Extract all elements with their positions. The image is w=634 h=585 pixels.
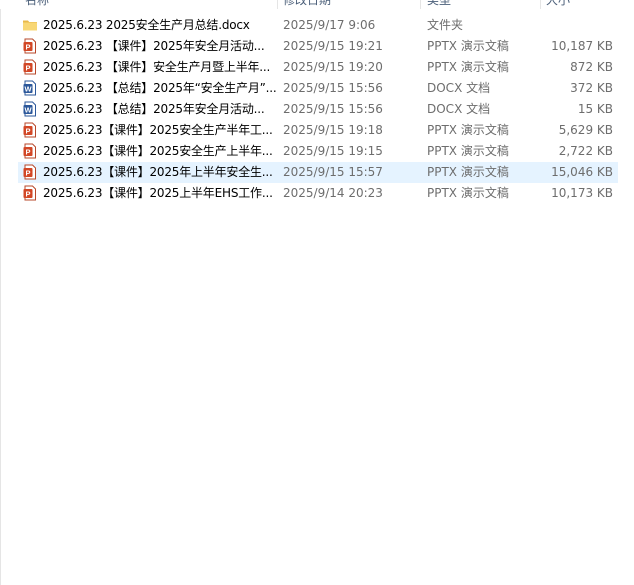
svg-text:W: W: [24, 105, 32, 114]
pptx-file-icon: P: [22, 185, 38, 201]
file-row[interactable]: P 2025.6.23【课件】2025安全生产半年工... 2025/9/15 1…: [18, 120, 618, 141]
file-size: 2,722 KB: [558, 144, 613, 158]
svg-text:P: P: [25, 126, 30, 135]
file-row[interactable]: P 2025.6.23 【课件】2025年安全月活动... 2025/9/15 1…: [18, 36, 618, 57]
file-name: 2025.6.23 【总结】2025年“安全生产月”...: [43, 81, 277, 95]
file-explorer-window: 名称 修改日期 类型 大小 2025.6.23 2025安全生产月总结.docx…: [0, 0, 634, 585]
file-name: 2025.6.23【课件】2025安全生产半年工...: [43, 123, 273, 137]
file-size: 372 KB: [570, 81, 613, 95]
file-modified-date: 2025/9/15 15:56: [283, 102, 383, 116]
file-modified-date: 2025/9/17 9:06: [283, 18, 376, 32]
file-row[interactable]: P 2025.6.23【课件】2025安全生产上半年... 2025/9/15 1…: [18, 141, 618, 162]
file-size: 10,187 KB: [551, 39, 613, 53]
file-size: 15,046 KB: [551, 165, 613, 179]
pptx-file-icon: P: [22, 38, 38, 54]
file-modified-date: 2025/9/15 15:56: [283, 81, 383, 95]
column-header-size[interactable]: 大小: [546, 0, 626, 9]
file-modified-date: 2025/9/14 20:23: [283, 186, 383, 200]
file-row[interactable]: W 2025.6.23 【总结】2025年“安全生产月”... 2025/9/15…: [18, 78, 618, 99]
column-header-type[interactable]: 类型: [427, 0, 527, 9]
file-modified-date: 2025/9/15 19:18: [283, 123, 383, 137]
file-name: 2025.6.23【课件】2025年上半年安全生...: [43, 165, 273, 179]
pptx-file-icon: P: [22, 143, 38, 159]
file-type: PPTX 演示文稿: [427, 165, 509, 179]
file-row[interactable]: 2025.6.23 2025安全生产月总结.docx 2025/9/17 9:06…: [18, 15, 618, 36]
file-modified-date: 2025/9/15 15:57: [283, 165, 383, 179]
file-name: 2025.6.23【课件】2025安全生产上半年...: [43, 144, 273, 158]
column-header-name[interactable]: 名称: [25, 0, 265, 9]
file-size: 872 KB: [570, 60, 613, 74]
file-type: PPTX 演示文稿: [427, 39, 509, 53]
file-row[interactable]: P 2025.6.23【课件】2025年上半年安全生... 2025/9/15 1…: [18, 162, 618, 183]
file-type: PPTX 演示文稿: [427, 123, 509, 137]
file-row[interactable]: P 2025.6.23 【课件】安全生产月暨上半年... 2025/9/15 19…: [18, 57, 618, 78]
pptx-file-icon: P: [22, 59, 38, 75]
file-type: 文件夹: [427, 18, 464, 32]
file-modified-date: 2025/9/15 19:21: [283, 39, 383, 53]
pptx-file-icon: P: [22, 122, 38, 138]
file-name: 2025.6.23【课件】2025上半年EHS工作...: [43, 186, 273, 200]
file-list: 2025.6.23 2025安全生产月总结.docx 2025/9/17 9:06…: [18, 15, 618, 204]
file-size: 15 KB: [577, 102, 613, 116]
svg-text:P: P: [25, 147, 30, 156]
file-type: DOCX 文档: [427, 81, 491, 95]
pptx-file-icon: P: [22, 164, 38, 180]
window-left-border: [0, 0, 1, 585]
file-type: PPTX 演示文稿: [427, 60, 509, 74]
svg-text:P: P: [25, 42, 30, 51]
file-name: 2025.6.23 【课件】2025年安全月活动...: [43, 39, 265, 53]
file-name: 2025.6.23 【课件】安全生产月暨上半年...: [43, 60, 271, 74]
file-modified-date: 2025/9/15 19:15: [283, 144, 383, 158]
folder-icon: [22, 17, 38, 33]
column-header-bar: 名称 修改日期 类型 大小: [0, 0, 634, 9]
svg-text:W: W: [24, 84, 32, 93]
file-row[interactable]: W 2025.6.23 【总结】2025年安全月活动... 2025/9/15 1…: [18, 99, 618, 120]
column-divider[interactable]: [420, 0, 421, 9]
column-header-date[interactable]: 修改日期: [283, 0, 413, 9]
file-name: 2025.6.23 2025安全生产月总结.docx: [43, 18, 250, 32]
file-type: DOCX 文档: [427, 102, 491, 116]
svg-text:P: P: [25, 63, 30, 72]
docx-file-icon: W: [22, 101, 38, 117]
file-size: 10,173 KB: [551, 186, 613, 200]
svg-text:P: P: [25, 189, 30, 198]
svg-text:P: P: [25, 168, 30, 177]
column-divider[interactable]: [540, 0, 541, 9]
file-type: PPTX 演示文稿: [427, 186, 509, 200]
column-divider[interactable]: [277, 0, 278, 9]
file-size: 5,629 KB: [558, 123, 613, 137]
file-modified-date: 2025/9/15 19:20: [283, 60, 383, 74]
file-name: 2025.6.23 【总结】2025年安全月活动...: [43, 102, 265, 116]
file-type: PPTX 演示文稿: [427, 144, 509, 158]
file-row[interactable]: P 2025.6.23【课件】2025上半年EHS工作... 2025/9/14 …: [18, 183, 618, 204]
docx-file-icon: W: [22, 80, 38, 96]
